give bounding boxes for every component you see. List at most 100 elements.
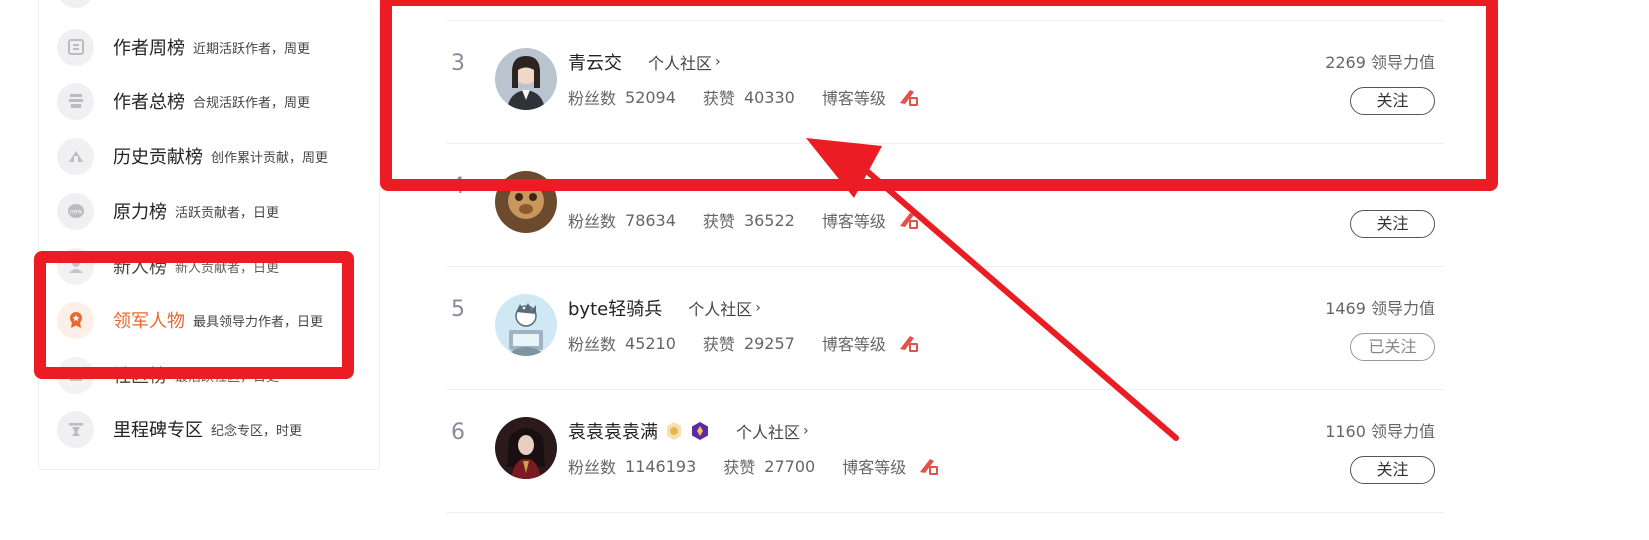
sidebar-item-title: 作者总榜 xyxy=(113,92,185,113)
sidebar-item-title: 历史贡献榜 xyxy=(113,147,203,168)
likes-label: 获赞 xyxy=(723,458,756,477)
sidebar-item-force[interactable]: new 原力榜 活跃贡献者，日更 xyxy=(57,191,279,231)
sidebar-item-desc: 近期活跃作者，周更 xyxy=(193,41,311,57)
author-name-line: byte轻骑兵 个人社区 › xyxy=(568,295,761,321)
fans-label: 粉丝数 xyxy=(568,335,617,354)
badge-icon xyxy=(57,0,94,8)
sidebar-item-desc: 最活跃社区，日更 xyxy=(175,369,280,385)
sidebar-item-desc: 创作累计贡献，周更 xyxy=(211,150,329,166)
community-link[interactable]: 个人社区 › xyxy=(736,419,809,443)
fans-label: 粉丝数 xyxy=(568,89,617,108)
author-name[interactable]: byte轻骑兵 xyxy=(568,295,662,321)
blog-level-icon xyxy=(899,213,918,229)
likes-count: 27700 xyxy=(764,456,816,476)
rank-number: 6 xyxy=(451,420,465,445)
leader-icon xyxy=(57,301,94,339)
sidebar-item-desc: 活跃贡献者，日更 xyxy=(175,205,280,221)
fans-label: 粉丝数 xyxy=(568,212,617,231)
sidebar-item-desc: 最具领导力作者，日更 xyxy=(193,314,324,330)
list-item[interactable]: 5 byte轻骑兵 个人社区 › 粉丝数 45210 获赞 29257 博客等级 … xyxy=(446,266,1444,388)
avatar[interactable] xyxy=(495,171,557,233)
level-label: 博客等级 xyxy=(842,458,907,477)
author-name-line: 袁袁袁袁满 个人社区 › xyxy=(568,418,809,444)
leadership-value: 2269 领导力值 xyxy=(1325,53,1435,72)
history-icon xyxy=(57,137,94,175)
community-label: 个人社区 xyxy=(736,423,801,442)
likes-label: 获赞 xyxy=(702,335,735,354)
author-stats: 粉丝数 78634 获赞 36522 博客等级 xyxy=(568,208,920,232)
fans-count: 78634 xyxy=(625,210,676,230)
community-link[interactable]: 个人社区 › xyxy=(648,50,721,74)
sidebar: 作者周榜 近期活跃作者，周更 作者总榜 合规活跃作者，周更 历史贡献榜 创作累计… xyxy=(38,0,380,470)
sidebar-item-community[interactable]: 社区榜 最活跃社区，日更 xyxy=(57,355,279,395)
sidebar-item-leader[interactable]: 领军人物 最具领导力作者，日更 xyxy=(57,300,323,340)
author-stats: 粉丝数 45210 获赞 29257 博客等级 xyxy=(568,331,920,355)
sidebar-item-milestone[interactable]: 里程碑专区 纪念专区，时更 xyxy=(57,409,302,449)
author-stats: 粉丝数 52094 获赞 40330 博客等级 xyxy=(568,85,920,109)
sidebar-item-title: 社区榜 xyxy=(113,366,167,387)
sidebar-item-top[interactable] xyxy=(57,0,94,9)
sidebar-item-title: 新人榜 xyxy=(113,257,167,278)
list-item[interactable]: 3 青云交 个人社区 › 粉丝数 52094 获赞 40330 博客等级 2269… xyxy=(446,20,1444,142)
leadership-value: 1160 领导力值 xyxy=(1325,422,1435,441)
list-item[interactable]: 4 粉丝数 78634 获赞 36522 博客等级 关注 xyxy=(446,143,1444,265)
total-icon xyxy=(57,82,94,120)
likes-label: 获赞 xyxy=(702,89,735,108)
chevron-right-icon: › xyxy=(803,423,809,439)
sidebar-item-newcomer[interactable]: 新人榜 新人贡献者，日更 xyxy=(57,246,279,286)
likes-count: 29257 xyxy=(743,333,795,353)
blog-level-icon xyxy=(920,459,939,475)
author-name[interactable]: 青云交 xyxy=(568,49,622,75)
community-label: 个人社区 xyxy=(648,54,713,73)
rank-number: 3 xyxy=(451,51,465,76)
fans-count: 52094 xyxy=(625,87,676,107)
avatar[interactable] xyxy=(495,48,557,110)
community-label: 个人社区 xyxy=(688,300,753,319)
community-icon xyxy=(57,356,94,394)
level-label: 博客等级 xyxy=(821,212,886,231)
follow-button[interactable]: 关注 xyxy=(1350,87,1435,115)
likes-count: 36522 xyxy=(743,210,795,230)
sidebar-item-desc: 纪念专区，时更 xyxy=(211,423,303,439)
avatar[interactable] xyxy=(495,294,557,356)
blog-level-icon xyxy=(899,336,918,352)
rank-number: 5 xyxy=(451,297,465,322)
fans-count: 1146193 xyxy=(625,456,697,476)
blog-level-icon xyxy=(899,90,918,106)
fans-count: 45210 xyxy=(625,333,676,353)
sidebar-item-history[interactable]: 历史贡献榜 创作累计贡献，周更 xyxy=(57,136,328,176)
sidebar-item-title: 里程碑专区 xyxy=(113,420,203,441)
weekly-icon xyxy=(57,28,94,66)
sidebar-item-weekly[interactable]: 作者周榜 近期活跃作者，周更 xyxy=(57,27,310,67)
sidebar-item-title: 领军人物 xyxy=(113,311,185,332)
force-icon: new xyxy=(57,192,94,230)
author-name[interactable]: 袁袁袁袁满 xyxy=(568,418,658,444)
newcomer-icon xyxy=(57,247,94,285)
likes-count: 40330 xyxy=(743,87,795,107)
fans-label: 粉丝数 xyxy=(568,458,617,477)
list-item[interactable]: 6 袁袁袁袁满 个人社区 › 粉丝数 1146193 获赞 27700 博客等级 … xyxy=(446,389,1444,513)
author-name-line: 青云交 个人社区 › xyxy=(568,49,721,75)
avatar[interactable] xyxy=(495,417,557,479)
gold-medal-icon xyxy=(667,422,681,440)
follow-button[interactable]: 关注 xyxy=(1350,456,1435,484)
follow-button[interactable]: 关注 xyxy=(1350,210,1435,238)
sidebar-item-title: 作者周榜 xyxy=(113,38,185,59)
chevron-right-icon: › xyxy=(715,54,721,70)
sidebar-item-title: 原力榜 xyxy=(113,202,167,223)
sidebar-item-desc: 合规活跃作者，周更 xyxy=(193,95,311,111)
chevron-right-icon: › xyxy=(755,300,761,316)
svg-text:new: new xyxy=(69,209,81,216)
author-stats: 粉丝数 1146193 获赞 27700 博客等级 xyxy=(568,454,940,478)
sidebar-item-desc: 新人贡献者，日更 xyxy=(175,260,280,276)
rank-number: 4 xyxy=(451,174,465,199)
level-label: 博客等级 xyxy=(821,89,886,108)
likes-label: 获赞 xyxy=(702,212,735,231)
purple-gem-icon xyxy=(692,422,708,440)
leadership-value: 1469 领导力值 xyxy=(1325,299,1435,318)
level-label: 博客等级 xyxy=(821,335,886,354)
milestone-icon xyxy=(57,410,94,448)
sidebar-item-total[interactable]: 作者总榜 合规活跃作者，周更 xyxy=(57,81,310,121)
followed-button[interactable]: 已关注 xyxy=(1350,333,1435,361)
community-link[interactable]: 个人社区 › xyxy=(688,296,761,320)
